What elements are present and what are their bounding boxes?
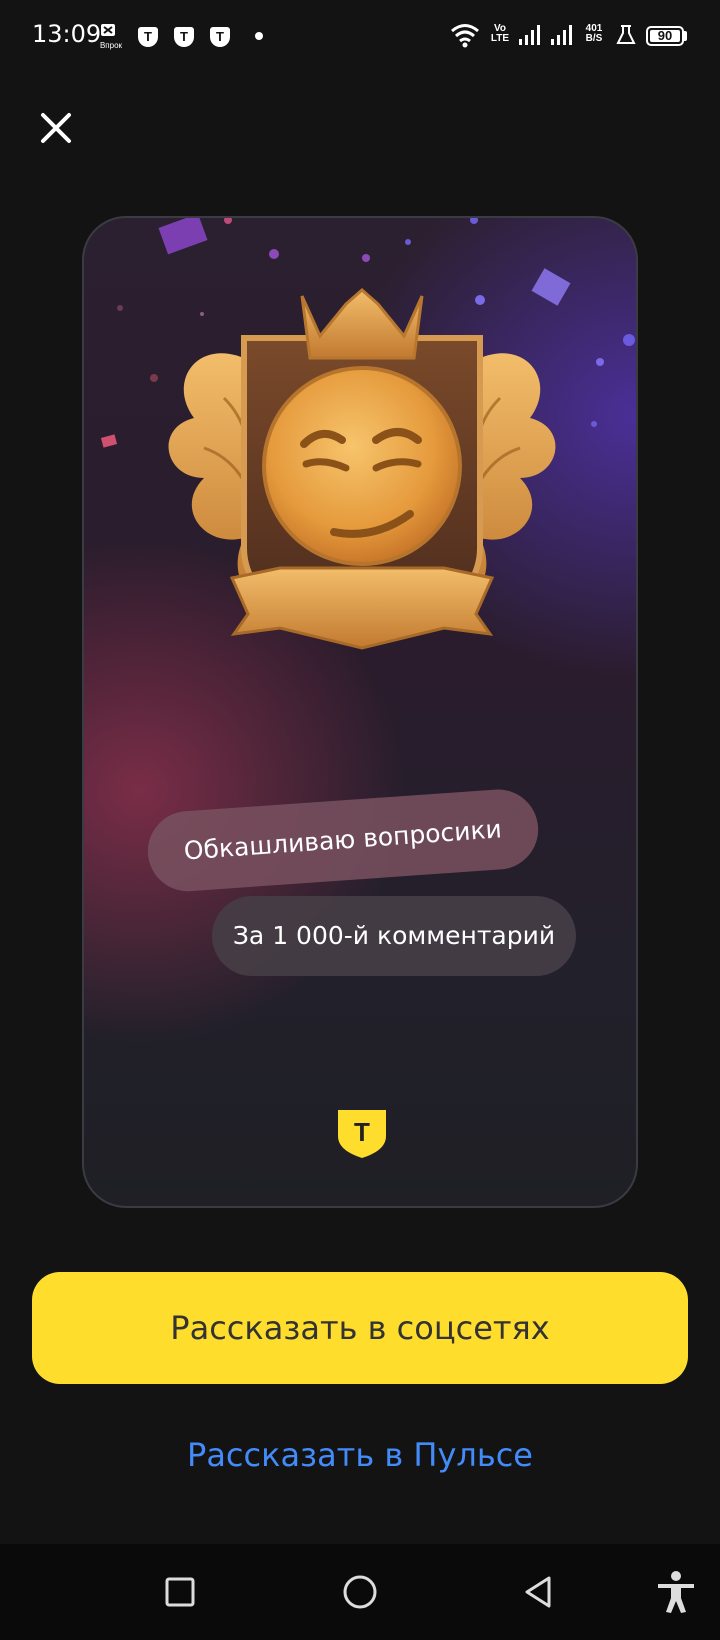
recent-apps-icon[interactable] bbox=[154, 1566, 206, 1618]
vpr-app-icon: Впрок bbox=[100, 24, 123, 50]
signal-icon bbox=[551, 25, 572, 45]
signal-icon bbox=[519, 25, 540, 45]
battery-tip bbox=[684, 31, 687, 41]
tbank-logo-icon: Т bbox=[338, 1110, 386, 1158]
svg-text:Впрок: Впрок bbox=[100, 41, 123, 50]
home-icon[interactable] bbox=[334, 1566, 386, 1618]
achievement-card: Обкашливаю вопросики За 1 000-й коммента… bbox=[82, 216, 638, 1208]
share-social-button[interactable]: Рассказать в соцсетях bbox=[32, 1272, 688, 1384]
status-bar: 13:09 Впрок Т Т Т Vo LTE 401 B/S 90 bbox=[0, 0, 720, 72]
lab-icon bbox=[616, 25, 636, 44]
battery-icon: 90 bbox=[646, 26, 684, 46]
volte-icon: Vo LTE bbox=[490, 23, 510, 44]
share-pulse-button[interactable]: Рассказать в Пульсе bbox=[0, 1430, 720, 1480]
close-icon[interactable] bbox=[34, 106, 78, 150]
system-nav-bar bbox=[0, 1544, 720, 1640]
achievement-badge-art bbox=[100, 218, 635, 650]
wifi-icon bbox=[451, 24, 479, 48]
t-app-icon: Т bbox=[210, 27, 230, 47]
status-time: 13:09 bbox=[32, 20, 102, 48]
achievement-subtitle: За 1 000-й комментарий bbox=[212, 896, 576, 976]
accessibility-icon[interactable] bbox=[650, 1566, 702, 1618]
svg-text:Т: Т bbox=[354, 1117, 370, 1147]
t-app-icon: Т bbox=[138, 27, 158, 47]
network-speed: 401 B/S bbox=[585, 23, 603, 44]
t-app-icon: Т bbox=[174, 27, 194, 47]
battery-level: 90 bbox=[657, 28, 673, 43]
notification-dot bbox=[255, 32, 263, 40]
back-icon[interactable] bbox=[512, 1566, 564, 1618]
